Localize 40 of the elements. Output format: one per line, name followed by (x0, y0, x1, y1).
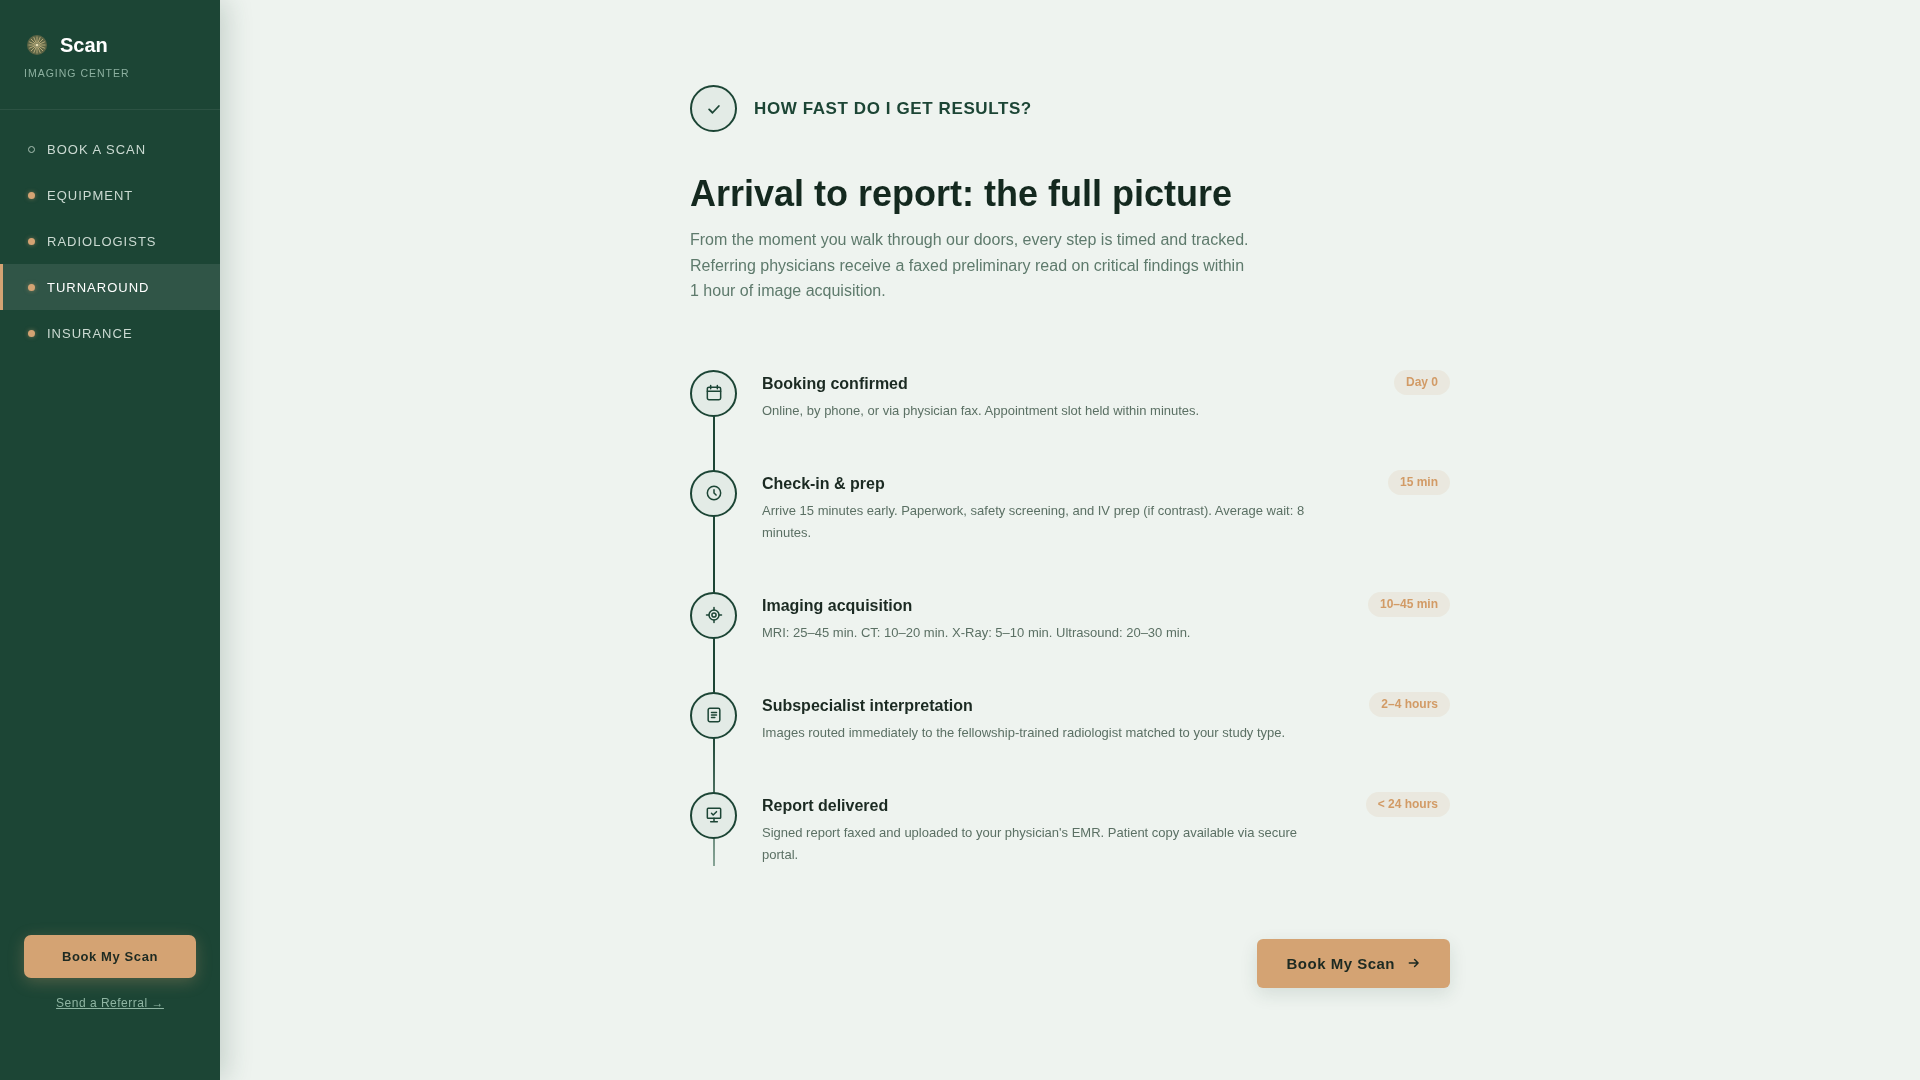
step-title: Check-in & prep (762, 473, 886, 494)
step-title: Subspecialist interpretation (762, 695, 974, 716)
clock-icon (690, 469, 737, 517)
book-scan-button[interactable]: Book My Scan (24, 935, 196, 978)
duration-badge: 10–45 min (1367, 591, 1450, 617)
duration-badge: 2–4 hours (1369, 691, 1450, 717)
dot-icon (28, 191, 35, 199)
brand-subtitle: IMAGING CENTER (24, 66, 131, 80)
book-scan-button[interactable]: Book My Scan (1257, 938, 1450, 988)
section-label: HOW FAST DO I GET RESULTS? (754, 98, 1032, 119)
step-description: Arrive 15 minutes early. Paperwork, safety screening, and IV prep (if contrast). Average wait: 8 minutes. (762, 501, 1306, 542)
dot-icon (28, 329, 35, 337)
brand-name: Scan (60, 33, 108, 57)
arrow-right-icon (1407, 956, 1421, 970)
monitor-check-icon (690, 791, 737, 839)
nav-item[interactable]: TURNAROUND (0, 264, 220, 310)
nav-item[interactable]: EQUIPMENT (0, 172, 220, 218)
step-description: Online, by phone, or via physician fax. Appointment slot held within minutes. (762, 401, 1200, 420)
step-description: Signed report faxed and uploaded to your physician's EMR. Patient copy available via secure portal. (762, 823, 1299, 864)
referral-link[interactable]: Send a Referral → (56, 996, 164, 1011)
duration-badge: Day 0 (1393, 369, 1450, 395)
step-title: Booking confirmed (762, 373, 909, 394)
document-icon (690, 691, 737, 739)
duration-badge: 15 min (1388, 469, 1450, 495)
step-title: Imaging acquisition (762, 595, 914, 616)
page-heading: Arrival to report: the full picture (690, 172, 1234, 215)
dot-icon (28, 283, 35, 291)
intro-text: From the moment you walk through our doors, every step is timed and tracked. Referring physicians receive a faxed preliminary read on critical findings within 1 hour of image acquisition. (690, 230, 1250, 301)
check-icon (690, 85, 737, 132)
nav-item[interactable]: RADIOLOGISTS (0, 218, 220, 264)
step-description: MRI: 25–45 min. CT: 10–20 min. X-Ray: 5–10 min. Ultrasound: 20–30 min. (762, 623, 1191, 642)
nav-item[interactable]: INSURANCE (0, 310, 220, 356)
sunburst-logo-icon (27, 35, 47, 55)
target-icon (690, 591, 737, 639)
dot-icon (28, 237, 35, 245)
duration-badge: < 24 hours (1365, 791, 1450, 817)
calendar-icon (690, 369, 737, 417)
nav-item[interactable]: BOOK A SCAN (0, 126, 220, 172)
step-title: Report delivered (762, 795, 890, 816)
step-description: Images routed immediately to the fellowship-trained radiologist matched to your study type. (762, 723, 1286, 742)
